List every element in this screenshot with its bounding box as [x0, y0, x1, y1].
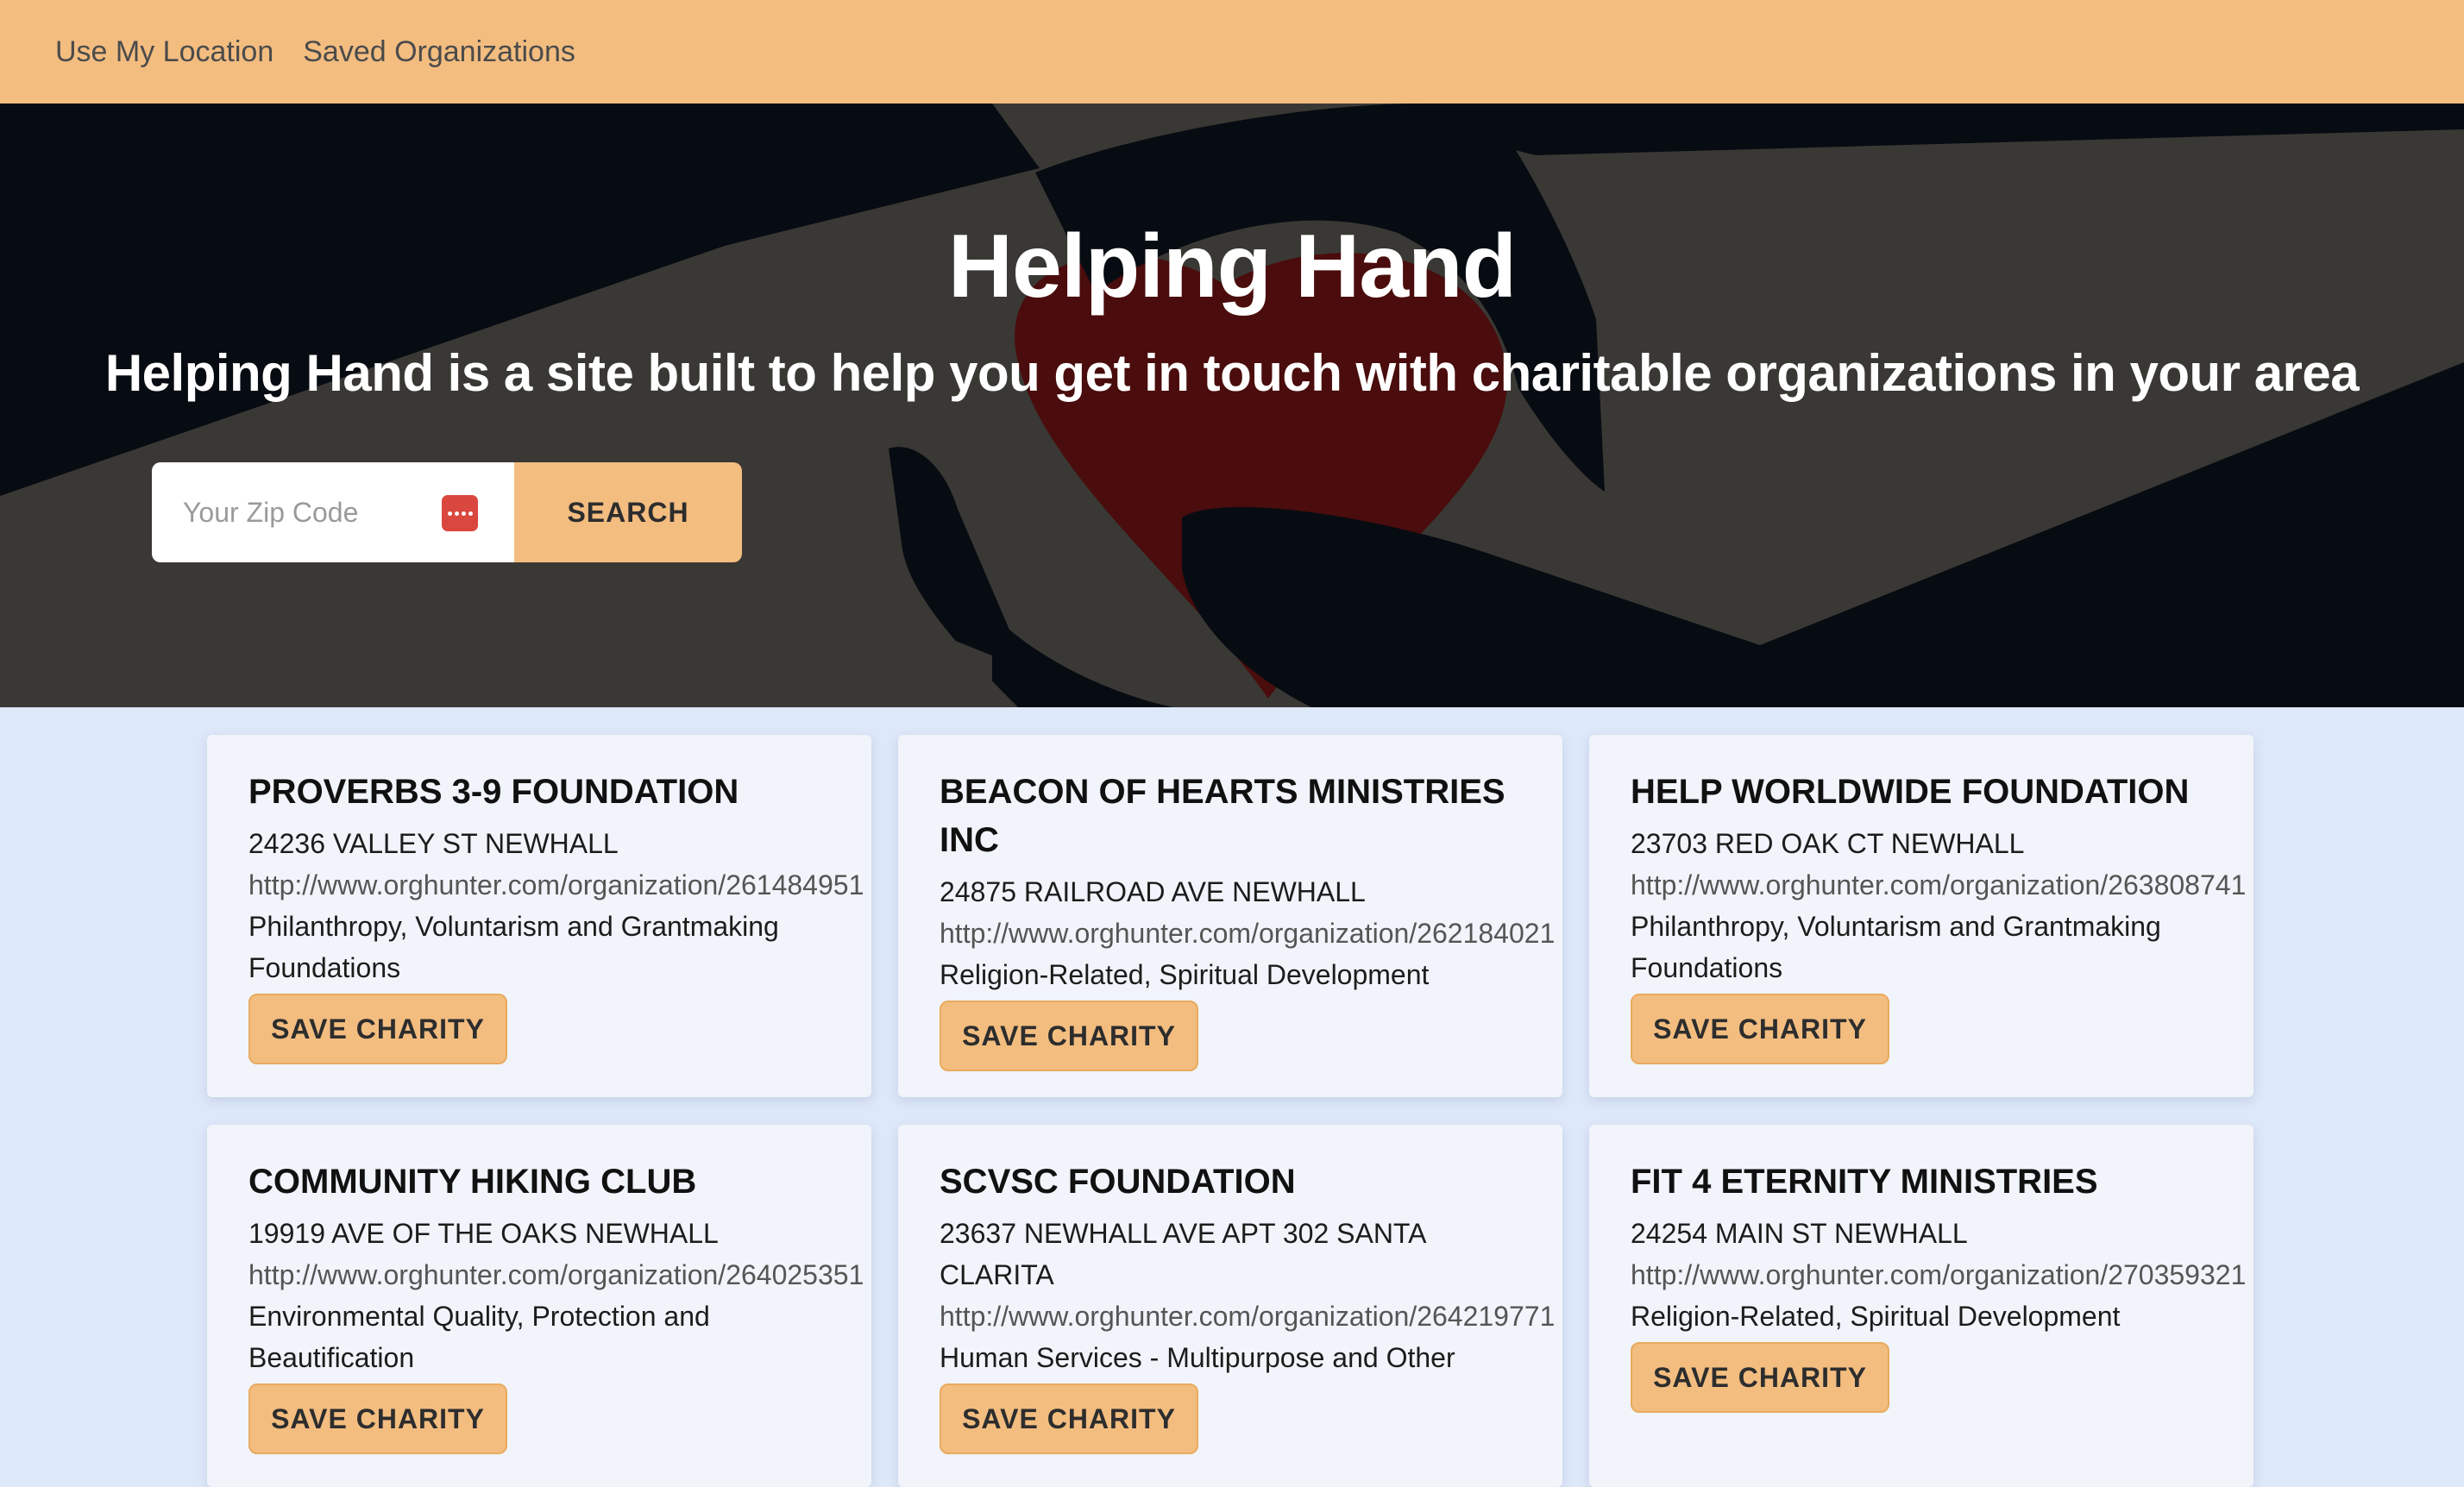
zip-field-wrapper	[152, 462, 514, 562]
organization-category: Environmental Quality, Protection and Be…	[248, 1301, 710, 1373]
save-charity-button[interactable]: SAVE CHARITY	[1631, 1342, 1889, 1413]
organization-address: 24254 MAIN ST NEWHALL	[1631, 1218, 1968, 1249]
organization-card: PROVERBS 3-9 FOUNDATION 24236 VALLEY ST …	[207, 735, 871, 1097]
organization-address: 19919 AVE OF THE OAKS NEWHALL	[248, 1218, 719, 1249]
organization-url[interactable]: http://www.orghunter.com/organization/27…	[1631, 1254, 2253, 1296]
password-manager-icon[interactable]	[442, 495, 478, 531]
zip-search-form: SEARCH	[152, 462, 742, 562]
save-charity-button[interactable]: SAVE CHARITY	[248, 994, 507, 1064]
organization-address: 23703 RED OAK CT NEWHALL	[1631, 828, 2025, 859]
organization-url[interactable]: http://www.orghunter.com/organization/26…	[248, 864, 871, 906]
organization-url[interactable]: http://www.orghunter.com/organization/26…	[248, 1254, 871, 1296]
organization-category: Philanthropy, Voluntarism and Grantmakin…	[248, 911, 779, 983]
organization-card: BEACON OF HEARTS MINISTRIES INC 24875 RA…	[898, 735, 1562, 1097]
organization-category: Human Services - Multipurpose and Other	[940, 1342, 1455, 1373]
organization-address: 24875 RAILROAD AVE NEWHALL	[940, 876, 1366, 907]
organization-card: FIT 4 ETERNITY MINISTRIES 24254 MAIN ST …	[1589, 1125, 2253, 1487]
save-charity-button[interactable]: SAVE CHARITY	[940, 1383, 1198, 1454]
saved-organizations-link[interactable]: Saved Organizations	[303, 35, 575, 69]
organization-card: SCVSC FOUNDATION 23637 NEWHALL AVE APT 3…	[898, 1125, 1562, 1487]
save-charity-button[interactable]: SAVE CHARITY	[248, 1383, 507, 1454]
save-charity-button[interactable]: SAVE CHARITY	[940, 1001, 1198, 1071]
save-charity-button[interactable]: SAVE CHARITY	[1631, 994, 1889, 1064]
organization-category: Religion-Related, Spiritual Development	[940, 959, 1430, 990]
organization-category: Religion-Related, Spiritual Development	[1631, 1301, 2121, 1332]
hero-banner: Helping Hand Helping Hand is a site buil…	[0, 104, 2464, 707]
organization-name: SCVSC FOUNDATION	[940, 1163, 1296, 1201]
organization-results: PROVERBS 3-9 FOUNDATION 24236 VALLEY ST …	[0, 707, 2464, 1487]
zip-code-input[interactable]	[181, 495, 440, 530]
hands-heart-illustration	[0, 104, 2464, 707]
organization-name: FIT 4 ETERNITY MINISTRIES	[1631, 1163, 2098, 1201]
organization-category: Philanthropy, Voluntarism and Grantmakin…	[1631, 911, 2161, 983]
organization-name: HELP WORLDWIDE FOUNDATION	[1631, 773, 2190, 811]
organization-address: 23637 NEWHALL AVE APT 302 SANTA CLARITA	[940, 1218, 1425, 1290]
use-my-location-link[interactable]: Use My Location	[55, 35, 273, 69]
site-tagline: Helping Hand is a site built to help you…	[104, 344, 2360, 402]
organization-name: PROVERBS 3-9 FOUNDATION	[248, 773, 739, 811]
organization-url[interactable]: http://www.orghunter.com/organization/26…	[940, 913, 1562, 954]
organization-address: 24236 VALLEY ST NEWHALL	[248, 828, 619, 859]
site-title: Helping Hand	[947, 216, 1517, 317]
top-nav: Use My Location Saved Organizations	[0, 0, 2464, 104]
organization-card: COMMUNITY HIKING CLUB 19919 AVE OF THE O…	[207, 1125, 871, 1487]
organization-url[interactable]: http://www.orghunter.com/organization/26…	[940, 1296, 1562, 1337]
organization-card: HELP WORLDWIDE FOUNDATION 23703 RED OAK …	[1589, 735, 2253, 1097]
search-button[interactable]: SEARCH	[514, 462, 742, 562]
organization-url[interactable]: http://www.orghunter.com/organization/26…	[1631, 864, 2253, 906]
organization-name: COMMUNITY HIKING CLUB	[248, 1163, 697, 1201]
organization-name: BEACON OF HEARTS MINISTRIES INC	[940, 773, 1505, 859]
